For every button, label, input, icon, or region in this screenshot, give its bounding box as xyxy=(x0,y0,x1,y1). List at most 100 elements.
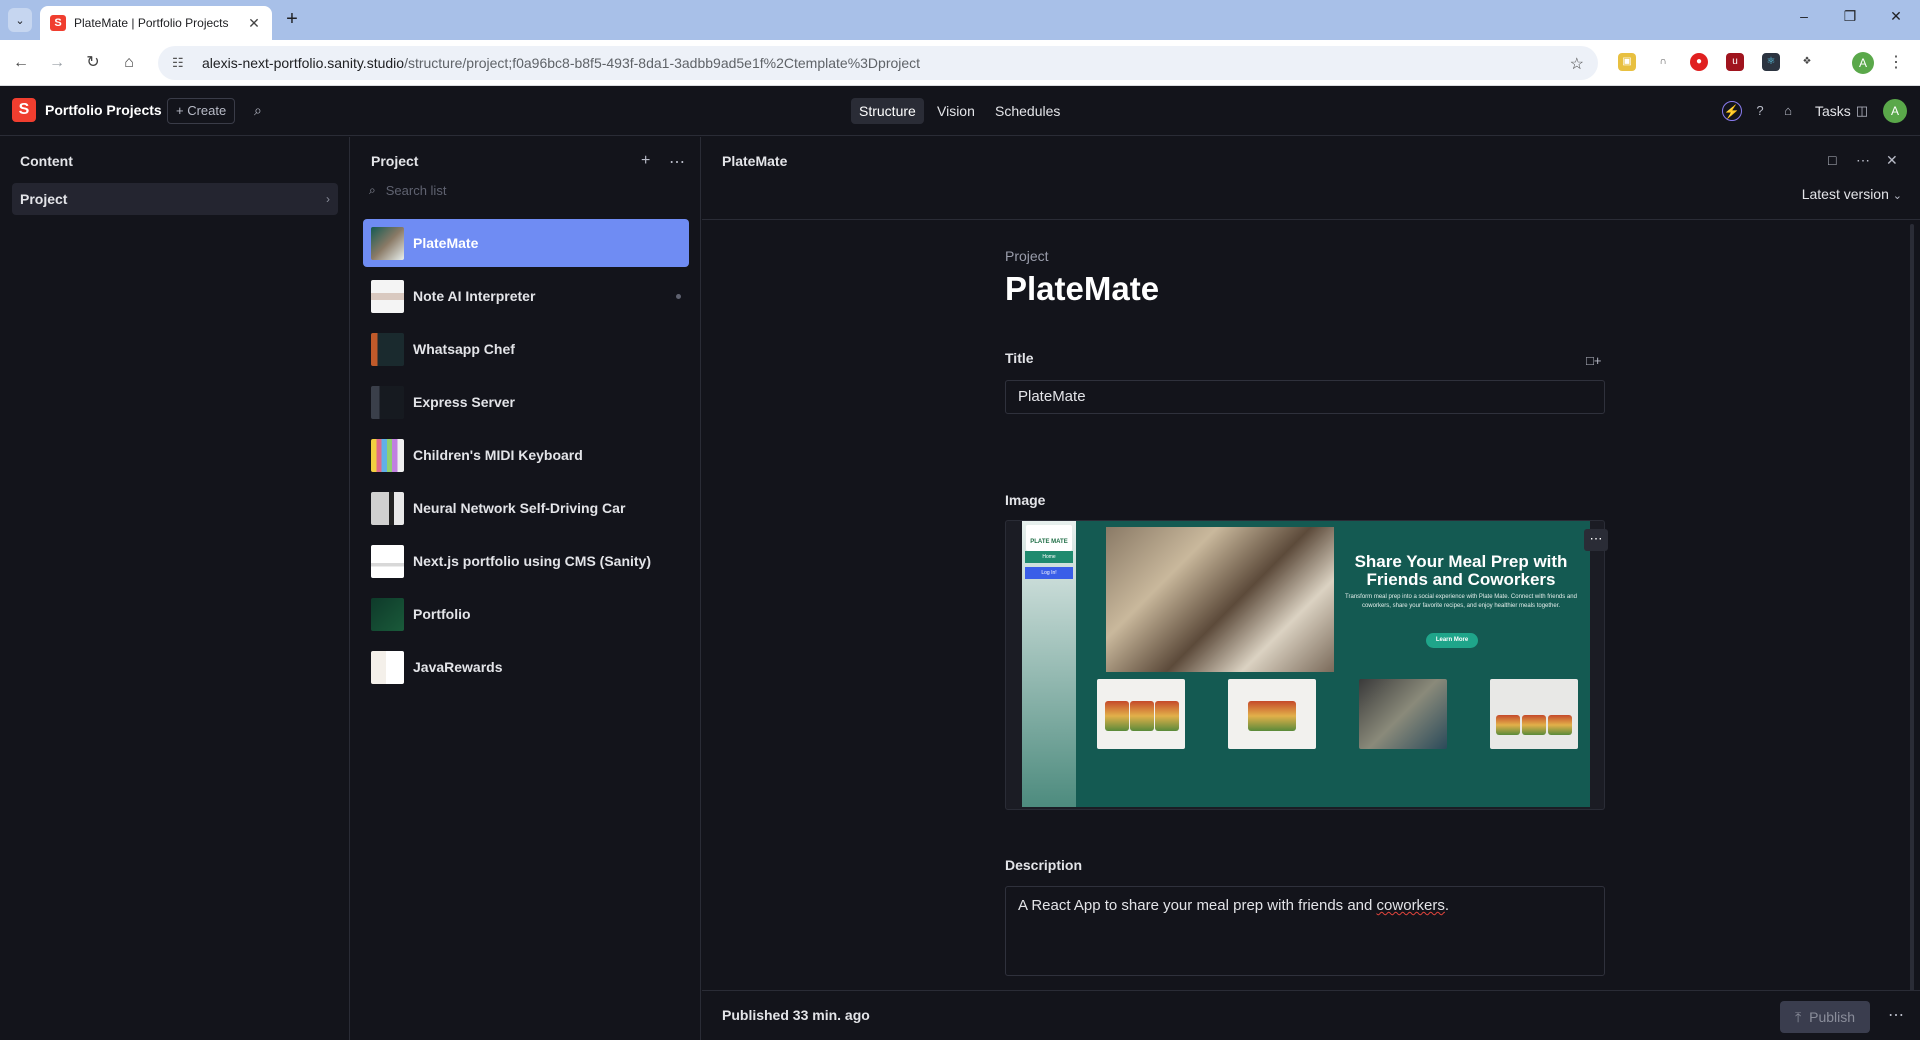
tab-schedules[interactable]: Schedules xyxy=(987,98,1068,124)
list-item-note-ai[interactable]: Note AI Interpreter xyxy=(363,272,689,320)
user-avatar[interactable]: A xyxy=(1883,99,1907,123)
back-icon[interactable]: ← xyxy=(10,52,32,74)
tab-structure[interactable]: Structure xyxy=(851,98,924,124)
content-pane: Content Project › xyxy=(0,137,350,1040)
list-item-self-driving-car[interactable]: Neural Network Self-Driving Car xyxy=(363,484,689,532)
title-field-label: Title xyxy=(1005,350,1034,366)
forward-icon[interactable]: → xyxy=(46,52,68,74)
content-item-project[interactable]: Project › xyxy=(12,183,338,215)
help-icon[interactable]: ? xyxy=(1750,101,1770,121)
search-list-placeholder: Search list xyxy=(385,183,447,198)
document-title: PlateMate xyxy=(1005,270,1160,307)
document-type-label: Project xyxy=(1005,248,1049,264)
pane-menu-icon[interactable]: ⋯ xyxy=(669,152,685,172)
preview-headline: Share Your Meal Prep with Friends and Co… xyxy=(1354,552,1568,589)
comments-icon[interactable]: □ xyxy=(1828,152,1836,168)
image-preview: PLATE MATE Home Log In! Share Your Meal … xyxy=(1022,521,1590,807)
publish-button[interactable]: ⤒ Publish xyxy=(1780,1001,1870,1033)
restore-icon[interactable]: ❐ xyxy=(1840,8,1860,25)
list-item-whatsapp-chef[interactable]: Whatsapp Chef xyxy=(363,325,689,373)
list-item-label: PlateMate xyxy=(413,235,479,251)
extension-icon[interactable]: ● xyxy=(1690,53,1708,71)
extension-icon[interactable]: ∩ xyxy=(1654,53,1672,71)
preview-logo: PLATE MATE xyxy=(1026,525,1072,551)
description-field-label: Description xyxy=(1005,857,1083,873)
workspace-name[interactable]: Portfolio Projects xyxy=(45,102,162,118)
studio-navbar: S Portfolio Projects + Create ⌕ Structur… xyxy=(0,86,1920,136)
thumbnail xyxy=(371,597,404,631)
thumbnail xyxy=(371,438,404,472)
address-bar[interactable]: ☷ alexis-next-portfolio.sanity.studio/st… xyxy=(158,46,1598,80)
preview-subtext: Transform meal prep into a social experi… xyxy=(1345,594,1577,609)
extension-icon[interactable]: ▣ xyxy=(1618,53,1636,71)
home-icon[interactable]: ⌂ xyxy=(118,52,140,74)
create-button[interactable]: + Create xyxy=(167,98,236,124)
list-item-nextjs-portfolio[interactable]: Next.js portfolio using CMS (Sanity) xyxy=(363,537,689,585)
document-footer: Published 33 min. ago ⤒ Publish ⋯ xyxy=(702,990,1920,1040)
document-pane: PlateMate □ ⋯ ✕ Latest version ⌄ Project… xyxy=(702,137,1920,1040)
add-comment-icon[interactable]: □+ xyxy=(1586,353,1601,368)
image-menu-icon[interactable]: ⋯ xyxy=(1584,529,1608,551)
thumbnail xyxy=(371,385,404,419)
list-item-label: Portfolio xyxy=(413,606,471,622)
list-item-label: Neural Network Self-Driving Car xyxy=(413,500,626,516)
close-window-icon[interactable]: ✕ xyxy=(1886,8,1906,25)
chevron-right-icon: › xyxy=(326,192,330,206)
preview-login: Log In! xyxy=(1025,567,1073,579)
list-item-label: Children's MIDI Keyboard xyxy=(413,447,583,463)
site-info-icon[interactable]: ☷ xyxy=(172,55,190,71)
list-item-javarewards[interactable]: JavaRewards xyxy=(363,643,689,691)
tab-search-button[interactable]: ⌄ xyxy=(8,8,32,32)
url-host: alexis-next-portfolio.sanity.studio xyxy=(202,55,405,71)
version-selector[interactable]: Latest version ⌄ xyxy=(1802,186,1902,202)
preview-food-photo xyxy=(1097,679,1185,749)
list-item-label: Note AI Interpreter xyxy=(413,288,536,304)
reload-icon[interactable]: ↻ xyxy=(82,52,104,74)
list-item-midi-keyboard[interactable]: Children's MIDI Keyboard xyxy=(363,431,689,479)
presence-icon[interactable]: ⌂ xyxy=(1778,101,1798,121)
list-item-platemate[interactable]: PlateMate xyxy=(363,219,689,267)
panel-toggle-icon[interactable]: ◫ xyxy=(1852,101,1872,121)
preview-food-photo xyxy=(1490,679,1578,749)
description-text: A React App to share your meal prep with… xyxy=(1018,897,1377,914)
title-input[interactable]: PlateMate xyxy=(1005,380,1605,414)
preview-sidebar: PLATE MATE Home Log In! xyxy=(1022,521,1076,807)
search-list-input[interactable]: ⌕ Search list xyxy=(369,183,446,198)
close-tab-icon[interactable]: ✕ xyxy=(246,15,262,32)
browser-tab[interactable]: S PlateMate | Portfolio Projects ✕ xyxy=(40,6,272,40)
description-input[interactable]: A React App to share your meal prep with… xyxy=(1005,886,1605,976)
thumbnail xyxy=(371,650,404,684)
list-item-portfolio[interactable]: Portfolio xyxy=(363,590,689,638)
footer-menu-icon[interactable]: ⋯ xyxy=(1888,1005,1904,1025)
browser-menu-icon[interactable]: ⋮ xyxy=(1888,52,1904,72)
description-misspelled-word: coworkers xyxy=(1376,897,1445,914)
search-icon[interactable]: ⌕ xyxy=(254,102,262,119)
browser-tab-bar: ⌄ S PlateMate | Portfolio Projects ✕ + –… xyxy=(0,0,1920,40)
ublock-icon[interactable]: u xyxy=(1726,53,1744,71)
list-item-express-server[interactable]: Express Server xyxy=(363,378,689,426)
thumbnail xyxy=(371,544,404,578)
document-menu-icon[interactable]: ⋯ xyxy=(1856,152,1870,169)
scrollbar[interactable] xyxy=(1910,224,1914,990)
extensions-puzzle-icon[interactable]: ❖ xyxy=(1798,53,1816,71)
ai-assist-icon[interactable]: ⚡ xyxy=(1722,101,1742,121)
thumbnail xyxy=(371,226,404,260)
new-tab-icon[interactable]: + xyxy=(282,9,302,30)
sanity-logo[interactable]: S xyxy=(12,98,36,122)
publish-status: Published 33 min. ago xyxy=(722,1007,870,1023)
preview-food-photo xyxy=(1359,679,1447,749)
preview-hero-photo xyxy=(1106,527,1334,672)
publish-icon: ⤒ xyxy=(1794,1008,1802,1025)
browser-profile-avatar[interactable]: A xyxy=(1852,52,1874,74)
close-pane-icon[interactable]: ✕ xyxy=(1886,152,1898,169)
minimize-icon[interactable]: – xyxy=(1794,8,1814,24)
image-field-label: Image xyxy=(1005,492,1046,508)
react-devtools-icon[interactable]: ⚛ xyxy=(1762,53,1780,71)
preview-home: Home xyxy=(1025,551,1073,563)
tasks-button[interactable]: Tasks xyxy=(1815,103,1851,119)
image-field[interactable]: PLATE MATE Home Log In! Share Your Meal … xyxy=(1005,520,1608,810)
project-list-pane: Project + ⋯ ⌕ Search list PlateMate Note… xyxy=(351,137,701,1040)
tab-vision[interactable]: Vision xyxy=(929,98,983,124)
bookmark-star-icon[interactable]: ☆ xyxy=(1570,54,1584,74)
add-document-icon[interactable]: + xyxy=(641,152,650,170)
